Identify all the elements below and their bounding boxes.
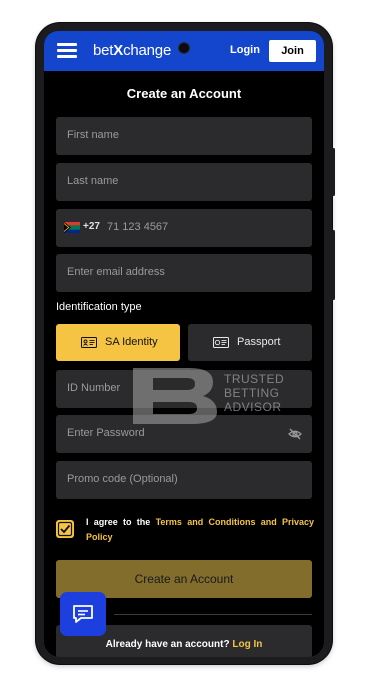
watermark-line-1: TRUSTED <box>224 372 285 386</box>
checkmark-icon <box>57 521 73 537</box>
watermark-text: TRUSTED BETTING ADVISOR <box>224 372 284 414</box>
watermark-line-3: ADVISOR <box>224 400 282 414</box>
watermark: TRUSTED BETTING ADVISOR <box>131 366 291 426</box>
logo-suffix: change <box>123 42 172 59</box>
password-placeholder: Enter Password <box>67 427 145 439</box>
chat-button[interactable] <box>60 592 106 636</box>
sa-identity-button[interactable]: SA Identity <box>56 324 180 361</box>
passport-label: Passport <box>237 336 281 348</box>
country-code[interactable]: +27 <box>83 221 100 232</box>
promo-code-field[interactable]: Promo code (Optional) <box>56 461 312 499</box>
divider <box>114 614 312 615</box>
promo-code-placeholder: Promo code (Optional) <box>67 473 178 485</box>
terms-prefix: I agree to the <box>86 517 156 527</box>
passport-button[interactable]: Passport <box>188 324 312 361</box>
have-account-text: Already have an account? <box>105 639 233 650</box>
top-bar: betXchange Login Join <box>44 31 324 71</box>
join-button[interactable]: Join <box>269 40 316 62</box>
menu-icon[interactable] <box>57 43 77 59</box>
watermark-logo-icon <box>133 368 217 424</box>
brand-logo[interactable]: betXchange <box>93 42 171 59</box>
last-name-placeholder: Last name <box>67 175 119 187</box>
id-card-icon <box>81 337 97 348</box>
eye-off-icon[interactable] <box>288 427 302 441</box>
email-field[interactable]: Enter email address <box>56 254 312 292</box>
terms-checkbox[interactable] <box>56 520 74 538</box>
watermark-line-2: BETTING <box>224 386 280 400</box>
logo-text: bet <box>93 42 114 59</box>
id-number-placeholder: ID Number <box>67 382 121 394</box>
first-name-field[interactable]: First name <box>56 117 312 155</box>
email-placeholder: Enter email address <box>67 266 165 278</box>
sa-identity-label: SA Identity <box>105 336 158 348</box>
login-prompt: Already have an account? Log In <box>44 639 324 650</box>
logo-x: X <box>113 42 124 59</box>
last-name-field[interactable]: Last name <box>56 163 312 201</box>
first-name-placeholder: First name <box>67 129 119 141</box>
phone-placeholder: 71 123 4567 <box>107 221 169 233</box>
phone-side-button <box>332 230 335 300</box>
log-in-link[interactable]: Log In <box>232 639 262 650</box>
passport-icon <box>213 337 229 348</box>
phone-field[interactable]: +27 71 123 4567 <box>56 209 312 247</box>
app-screen: betXchange Login Join Create an Account … <box>44 31 324 657</box>
terms-text: I agree to the Terms and Conditions and … <box>86 515 314 545</box>
id-type-label: Identification type <box>56 301 142 313</box>
page-title: Create an Account <box>126 86 242 101</box>
login-link[interactable]: Login <box>230 44 260 56</box>
phone-side-button <box>332 148 335 196</box>
front-camera <box>179 43 189 53</box>
chat-icon <box>73 605 93 623</box>
south-africa-flag-icon[interactable] <box>64 222 80 233</box>
